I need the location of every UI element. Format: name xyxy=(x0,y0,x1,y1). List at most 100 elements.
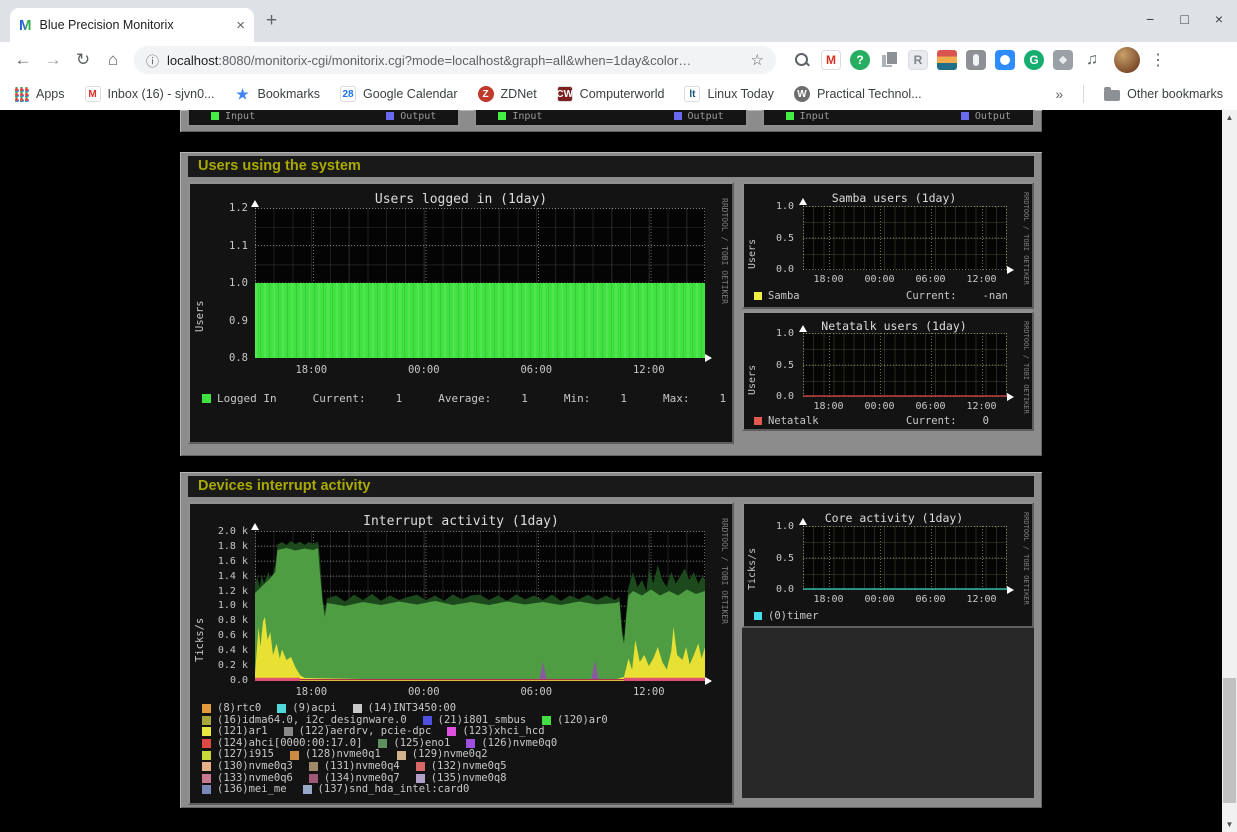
bookmark-star-icon[interactable]: ☆ xyxy=(751,51,764,69)
bookmarks-divider xyxy=(1083,85,1084,103)
axis-arrow-right xyxy=(705,677,712,685)
legend-item: (130)nvme0q3 xyxy=(202,761,293,773)
address-bar[interactable]: ⓘ localhost:8080/monitorix-cgi/monitorix… xyxy=(134,46,776,74)
bookmark-item[interactable]: Z ZDNet xyxy=(478,86,537,102)
window-minimize-button[interactable]: − xyxy=(1146,11,1154,27)
vertical-scrollbar[interactable]: ▲ ▼ xyxy=(1222,110,1237,832)
axis-arrow-right xyxy=(1007,393,1014,401)
network-graph-partial[interactable]: Input Output xyxy=(187,110,460,127)
extension-icon[interactable] xyxy=(966,50,986,70)
legend-swatch xyxy=(202,394,211,403)
extension-icon[interactable] xyxy=(792,50,812,70)
interrupt-plot-area xyxy=(255,531,705,681)
monitorix-favicon: M xyxy=(19,17,32,34)
scroll-up-icon[interactable]: ▲ xyxy=(1222,110,1237,125)
legend-item: (120)ar0 xyxy=(542,715,608,727)
page-info-icon[interactable]: ⓘ xyxy=(146,51,159,70)
bookmark-icon: 28 xyxy=(340,86,356,102)
axis-arrow-up xyxy=(799,325,807,332)
y-axis-ticks: 1.00.50.0 xyxy=(758,328,794,402)
bookmark-item[interactable]: ★ Bookmarks xyxy=(235,86,321,102)
bookmark-icon: ★ xyxy=(235,86,251,102)
legend-item: (14)INT3450:00 xyxy=(353,703,457,715)
bookmark-item[interactable]: CW Computerworld xyxy=(557,86,665,102)
graph-title: Core activity (1day) xyxy=(774,511,1014,525)
window-maximize-button[interactable]: □ xyxy=(1180,11,1188,27)
rrdtool-watermark: RRDTOOL / TOBI OETIKER xyxy=(720,518,729,624)
section-users-header: Users using the system xyxy=(188,156,1034,177)
extension-icon[interactable] xyxy=(879,50,899,70)
extension-icon[interactable] xyxy=(1053,50,1073,70)
extension-icon[interactable]: ? xyxy=(850,50,870,70)
axis-arrow-up xyxy=(799,518,807,525)
browser-menu-icon[interactable]: ⋮ xyxy=(1150,50,1166,70)
forward-icon[interactable]: → xyxy=(40,50,66,70)
scroll-down-icon[interactable]: ▼ xyxy=(1222,817,1237,832)
interrupt-activity-graph[interactable]: Interrupt activity (1day) Ticks/s 2.0 k1… xyxy=(188,502,734,805)
input-legend-swatch xyxy=(211,112,219,120)
bookmark-item[interactable]: Apps xyxy=(14,87,65,102)
bookmarks-overflow-chevron[interactable]: » xyxy=(1055,86,1063,102)
tab-title: Blue Precision Monitorix xyxy=(40,18,229,32)
extension-icon[interactable]: R xyxy=(908,50,928,70)
tab-close-icon[interactable]: × xyxy=(236,18,245,33)
y-axis-label: Users xyxy=(194,242,206,332)
x-axis-ticks: 18:0000:0006:0012:00 xyxy=(803,274,1007,285)
profile-avatar[interactable] xyxy=(1114,47,1140,73)
reload-icon[interactable]: ↻ xyxy=(70,50,96,70)
output-legend-swatch xyxy=(674,112,682,120)
bookmark-icon: M xyxy=(85,86,101,102)
bookmarks-bar: Apps M Inbox (16) - sjvn0... ★ Bookmarks… xyxy=(0,78,1237,110)
bookmark-item[interactable]: M Inbox (16) - sjvn0... xyxy=(85,86,215,102)
bookmark-item[interactable]: lt Linux Today xyxy=(684,86,774,102)
bookmark-icon: CW xyxy=(557,86,573,102)
netatalk-users-graph[interactable]: Netatalk users (1day) Users 1.00.50.0 xyxy=(742,311,1034,431)
x-axis-ticks: 18:0000:0006:0012:00 xyxy=(803,594,1007,605)
graph-title: Netatalk users (1day) xyxy=(774,319,1014,333)
input-legend-swatch xyxy=(786,112,794,120)
section-interrupts: Devices interrupt activity Interrupt act… xyxy=(180,472,1042,808)
core-activity-graph[interactable]: Core activity (1day) Ticks/s 1.00.50.0 xyxy=(742,502,1034,628)
network-section-partial: Input Output Input Output Input Output xyxy=(180,110,1042,132)
extension-icon[interactable]: ♫ xyxy=(1082,50,1102,70)
network-graph-partial[interactable]: Input Output xyxy=(762,110,1035,127)
bookmark-icon xyxy=(14,87,29,102)
samba-users-graph[interactable]: Samba users (1day) Users 1.00.50.0 xyxy=(742,182,1034,309)
extension-icon[interactable]: M xyxy=(821,50,841,70)
users-logged-in-graph[interactable]: Users logged in (1day) Users 1.21.11.00.… xyxy=(188,182,734,444)
output-legend-swatch xyxy=(386,112,394,120)
graph-legend: Samba xyxy=(754,290,800,302)
back-icon[interactable]: ← xyxy=(10,50,36,70)
scrollbar-thumb[interactable] xyxy=(1223,678,1236,803)
graph-legend: (0)timer xyxy=(754,610,819,622)
bookmark-item[interactable]: 28 Google Calendar xyxy=(340,86,458,102)
legend-swatch xyxy=(754,612,762,620)
section-interrupts-header: Devices interrupt activity xyxy=(188,476,1034,497)
netatalk-plot-area xyxy=(803,333,1007,397)
axis-arrow-right xyxy=(1007,266,1014,274)
browser-tab[interactable]: M Blue Precision Monitorix × xyxy=(10,8,254,42)
rrdtool-watermark: RRDTOOL / TOBI OETIKER xyxy=(1022,512,1030,605)
y-axis-ticks: 2.0 k1.8 k1.6 k1.4 k1.2 k1.0 k0.8 k0.6 k… xyxy=(200,526,248,686)
url-path: :8080/monitorix-cgi/monitorix.cgi?mode=l… xyxy=(218,53,691,68)
x-axis-ticks: 18:0000:0006:0012:00 xyxy=(803,401,1007,412)
y-axis-ticks: 1.21.11.00.90.8 xyxy=(206,202,248,364)
samba-plot-area xyxy=(803,206,1007,270)
other-bookmarks[interactable]: Other bookmarks xyxy=(1104,87,1223,101)
extension-icon[interactable] xyxy=(995,50,1015,70)
extension-icon[interactable]: G xyxy=(1024,50,1044,70)
network-graph-partial[interactable]: Input Output xyxy=(474,110,747,127)
y-axis-label: Users xyxy=(747,345,758,395)
output-legend-swatch xyxy=(961,112,969,120)
section-users: Users using the system Users logged in (… xyxy=(180,152,1042,456)
rrdtool-watermark: RRDTOOL / TOBI OETIKER xyxy=(720,198,729,304)
new-tab-button[interactable]: + xyxy=(266,10,277,32)
interrupt-legend: (8)rtc0(9)acpi(14)INT3450:00 (16)idma64.… xyxy=(202,703,608,796)
extension-icon[interactable] xyxy=(937,50,957,70)
window-close-button[interactable]: × xyxy=(1215,11,1223,27)
extension-icons: M? R G ♫ xyxy=(792,50,1102,70)
bookmark-item[interactable]: W Practical Technol... xyxy=(794,86,922,102)
browser-toolbar: ← → ↻ ⌂ ⓘ localhost:8080/monitorix-cgi/m… xyxy=(0,42,1237,78)
legend-item: (8)rtc0 xyxy=(202,703,261,715)
home-icon[interactable]: ⌂ xyxy=(100,50,126,70)
